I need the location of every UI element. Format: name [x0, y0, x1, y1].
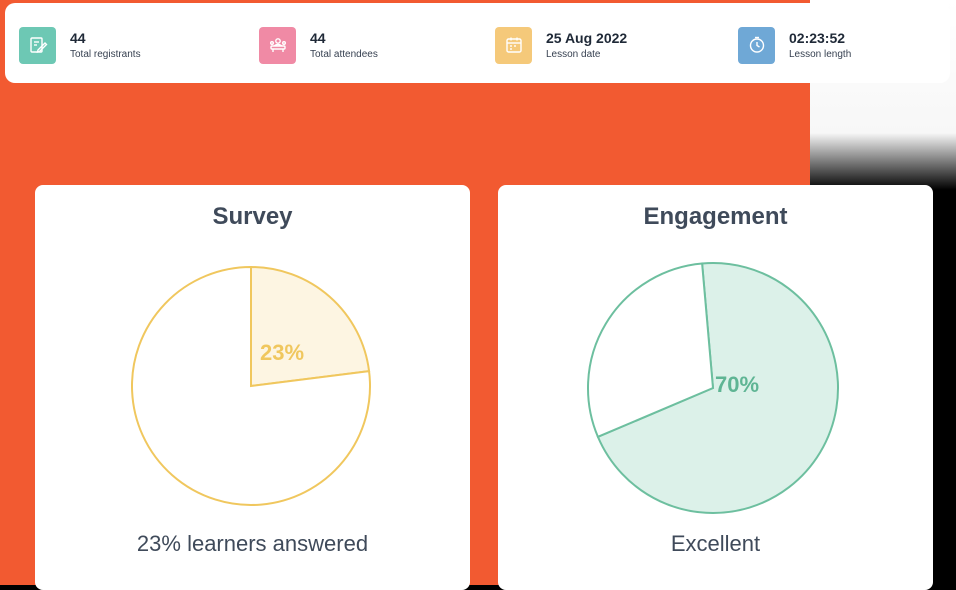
stat-label: Total registrants — [70, 48, 141, 60]
stat-label: Lesson length — [789, 48, 852, 60]
engagement-caption: Excellent — [670, 531, 761, 556]
clock-icon — [738, 26, 775, 64]
stat-total-registrants: 44 Total registrants — [19, 23, 141, 67]
stat-value: 44 — [70, 29, 86, 46]
survey-answered-slice — [250, 265, 371, 388]
stat-value: 02:23:52 — [789, 29, 846, 46]
calendar-icon — [495, 26, 532, 64]
engagement-percent-label: 70% — [715, 372, 760, 397]
stat-value: 25 Aug 2022 — [546, 29, 628, 46]
engagement-card: Engagement 70% Excellent — [498, 185, 933, 590]
engagement-pie-chart — [587, 262, 839, 514]
stat-label: Total attendees — [310, 48, 378, 60]
survey-percent-label: 23% — [260, 340, 305, 365]
survey-card: Survey 23% 23% learners answered — [35, 185, 470, 590]
survey-caption: 23% learners answered — [136, 531, 369, 556]
stat-label: Lesson date — [546, 48, 601, 60]
stat-total-attendees: 44 Total attendees — [259, 23, 378, 67]
clipboard-edit-icon — [19, 26, 56, 64]
stat-lesson-length: 02:23:52 Lesson length — [738, 23, 851, 67]
attendees-icon — [259, 26, 296, 64]
stat-lesson-date: 25 Aug 2022 Lesson date — [495, 23, 627, 67]
stats-bar: 44 Total registrants 44 Total attendees — [5, 3, 950, 83]
stat-value: 44 — [310, 29, 326, 46]
survey-pie-chart — [131, 265, 371, 506]
card-title: Engagement — [643, 203, 788, 230]
card-title: Survey — [212, 203, 293, 230]
